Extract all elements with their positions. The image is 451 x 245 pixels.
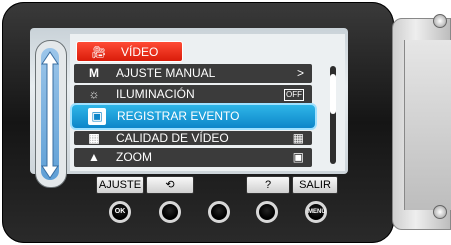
video-camera-icon: 🎥︎ xyxy=(91,45,107,59)
ajuste-button[interactable]: AJUSTE xyxy=(96,176,144,194)
screw-icon xyxy=(433,205,447,219)
menu-item-registrar-evento[interactable]: ▣ REGISTRAR EVENTO xyxy=(70,103,317,130)
menu-title: VÍDEO xyxy=(121,45,159,59)
round-button-4[interactable] xyxy=(256,201,278,223)
zoom-icon: ▲ xyxy=(88,150,100,164)
menu-item-label: AJUSTE MANUAL xyxy=(116,66,216,80)
menu-item-calidad-video[interactable]: ▦ CALIDAD DE VÍDEO ▦ xyxy=(74,131,312,145)
manual-icon: M xyxy=(89,66,99,80)
quality-icon: ▦ xyxy=(88,131,100,145)
menu-item-label: REGISTRAR EVENTO xyxy=(117,109,240,123)
menu-item-label: ZOOM xyxy=(116,150,152,164)
screw-icon xyxy=(433,14,447,28)
menu-item-label: ILUMINACIÓN xyxy=(116,87,195,101)
zoom-status-icon: ▣ xyxy=(292,150,304,164)
event-icon: ▣ xyxy=(88,108,106,125)
hinge-panel xyxy=(404,40,451,210)
help-button[interactable]: ? xyxy=(246,176,290,194)
menu-title-tab: 🎥︎ VÍDEO xyxy=(76,41,183,62)
light-icon: ☼ xyxy=(88,87,100,101)
submenu-arrow-icon: > xyxy=(296,66,304,80)
menu-item-zoom[interactable]: ▲ ZOOM ▣ xyxy=(74,148,312,167)
scrollbar-thumb[interactable] xyxy=(330,74,336,114)
round-button-2[interactable] xyxy=(159,201,181,223)
menu-item-iluminacion[interactable]: ☼ ILUMINACIÓN OFF xyxy=(74,85,312,104)
ok-button[interactable]: OK xyxy=(109,201,131,223)
up-down-arrow-icon xyxy=(41,51,59,179)
menu-button[interactable]: MENU xyxy=(305,201,327,223)
off-status-icon: OFF xyxy=(284,89,304,101)
back-button[interactable]: ⟲ xyxy=(146,176,194,194)
menu-item-label: CALIDAD DE VÍDEO xyxy=(116,131,229,145)
menu-item-ajuste-manual[interactable]: M AJUSTE MANUAL > xyxy=(74,64,312,83)
salir-button[interactable]: SALIR xyxy=(292,176,338,194)
round-button-3[interactable] xyxy=(208,201,230,223)
quality-status-icon: ▦ xyxy=(292,131,304,145)
